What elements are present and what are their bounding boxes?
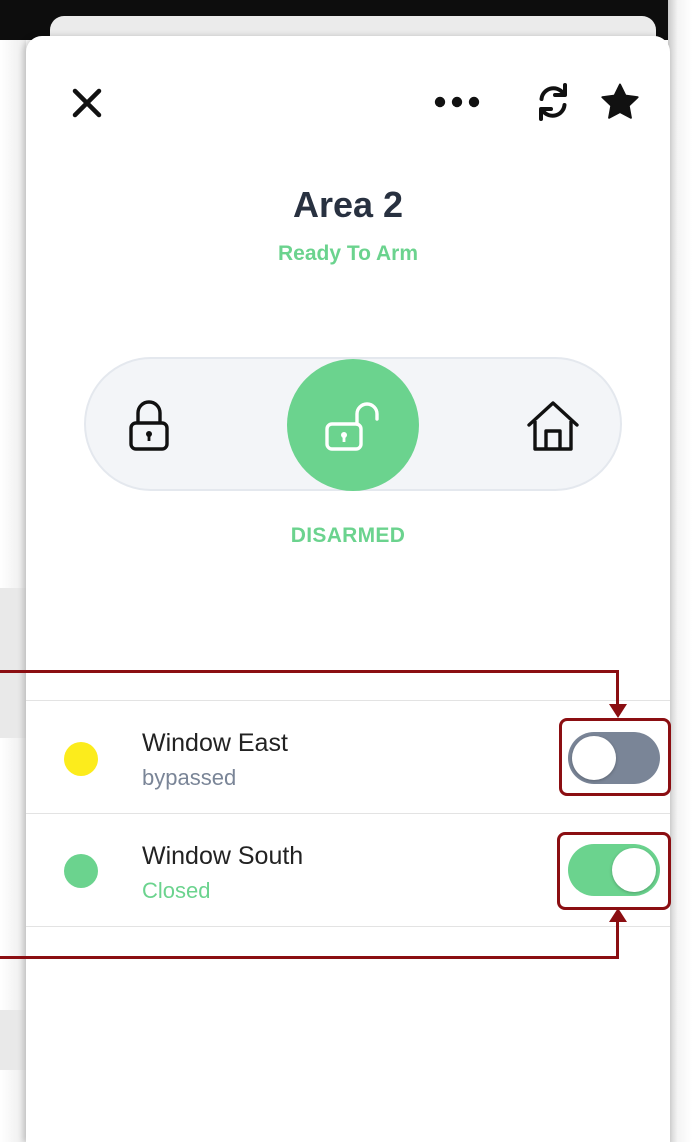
more-options-button[interactable] <box>431 90 483 114</box>
star-icon <box>601 83 639 119</box>
zone-status: bypassed <box>142 765 237 790</box>
list-divider <box>26 813 670 814</box>
unlocked-padlock-icon <box>325 402 379 451</box>
area-detail-sheet: Area 2 Ready To Arm DISARMED Window East <box>26 36 671 1142</box>
background-left <box>0 0 26 1142</box>
annotation-highlight-box <box>557 832 671 910</box>
more-icon <box>434 96 480 108</box>
arm-stay-button[interactable] <box>522 396 584 456</box>
disarm-button[interactable] <box>287 359 419 491</box>
locked-padlock-icon <box>129 400 169 451</box>
annotation-arrowhead <box>609 908 627 922</box>
refresh-icon <box>539 83 567 121</box>
list-divider <box>26 700 670 701</box>
zone-state-dot <box>64 854 98 888</box>
background-shade <box>0 588 26 738</box>
background-shade <box>0 1010 26 1070</box>
close-button[interactable] <box>66 82 108 124</box>
screen-edge-shadow <box>668 0 692 1142</box>
zone-status: Closed <box>142 878 211 903</box>
home-icon <box>527 401 579 451</box>
area-status: Ready To Arm <box>277 242 419 265</box>
annotation-arrowhead <box>609 704 627 718</box>
area-title: Area 2 <box>292 184 404 225</box>
favorite-button[interactable] <box>598 80 642 124</box>
zone-state-dot <box>64 742 98 776</box>
refresh-button[interactable] <box>531 80 575 124</box>
arm-away-button[interactable] <box>122 396 176 456</box>
zone-name: Window East <box>142 729 288 757</box>
close-icon <box>72 88 102 118</box>
list-divider <box>26 926 670 927</box>
annotation-line <box>0 670 619 673</box>
annotation-highlight-box <box>559 718 671 796</box>
arm-mode-label: DISARMED <box>290 524 406 547</box>
zone-name: Window South <box>142 842 304 870</box>
annotation-line <box>616 920 619 959</box>
annotation-line <box>0 956 619 959</box>
